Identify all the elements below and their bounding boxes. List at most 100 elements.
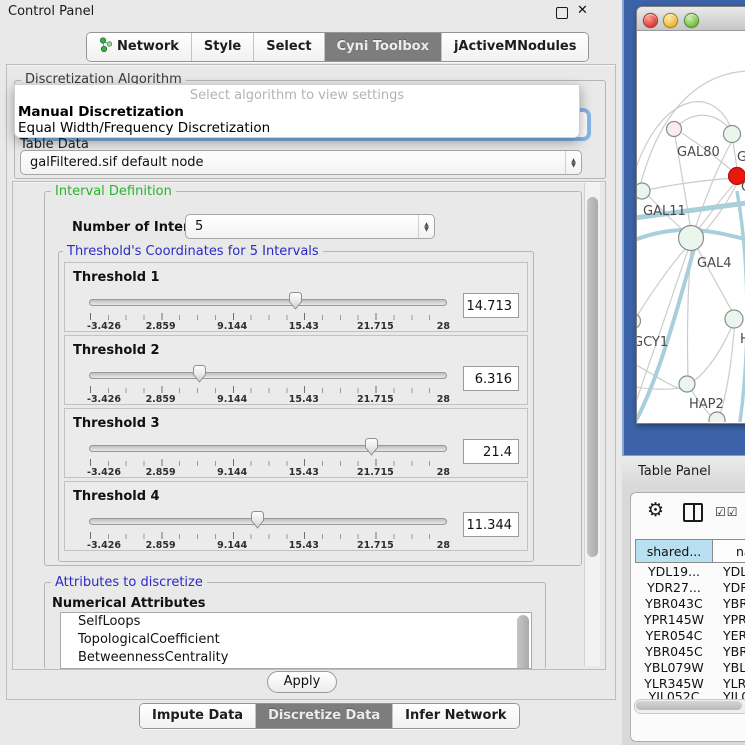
slider-track[interactable] [89, 372, 447, 379]
tab-impute-data[interactable]: Impute Data [140, 704, 256, 728]
column-header-shared[interactable]: shared... [635, 539, 713, 563]
slider-thumb[interactable] [192, 365, 207, 383]
tab-cyni-toolbox[interactable]: Cyni Toolbox [325, 33, 442, 61]
list-item[interactable]: BetweennessCentrality [61, 649, 531, 667]
table-data-value: galFiltered.sif default node [21, 155, 565, 170]
minimize-traffic-light-icon[interactable] [663, 13, 678, 28]
horizontal-scrollbar[interactable] [634, 699, 745, 714]
tab-jactivemnodules[interactable]: jActiveMNodules [442, 33, 589, 61]
numerical-attributes-list[interactable]: SelfLoops TopologicalCoefficient Between… [60, 612, 532, 669]
slider-track[interactable] [89, 299, 447, 306]
dropdown-prompt: Select algorithm to view settings [15, 88, 579, 103]
tab-style-label: Style [204, 39, 241, 54]
node-label: GA [737, 150, 745, 165]
table-row[interactable]: YIL052CYIL0 [633, 689, 745, 699]
panel-title: Control Panel [8, 4, 94, 19]
scrollbar-track[interactable] [584, 183, 600, 666]
cell-shared: YBR045C [635, 644, 713, 660]
threshold-3-value-field[interactable]: 21.4 [463, 439, 519, 464]
cell-name: YPR1 [723, 612, 745, 628]
column-header-name[interactable]: na [713, 539, 745, 563]
slider-thumb[interactable] [364, 438, 379, 456]
table-row[interactable]: YBR043CYBR0 [633, 596, 745, 612]
slider-track[interactable] [89, 518, 447, 525]
slider-track[interactable] [89, 445, 447, 452]
node-label: GAL4 [697, 256, 731, 271]
slider-thumb[interactable] [250, 511, 265, 529]
table-row[interactable]: YBL079WYBL0 [633, 660, 745, 676]
scrollbar-thumb[interactable] [587, 197, 598, 557]
threshold-2-slider[interactable]: -3.426 2.859 9.144 15.43 21.715 28 [89, 364, 447, 404]
spinner-down-icon: ▼ [424, 227, 429, 232]
cell-name: YER0 [723, 628, 745, 644]
close-icon[interactable]: ✕ [577, 3, 588, 18]
columns-icon[interactable] [683, 503, 703, 522]
tick-label: 28 [437, 394, 450, 405]
tick-label: 28 [437, 540, 450, 551]
threshold-4-slider[interactable]: -3.426 2.859 9.144 15.43 21.715 28 [89, 510, 447, 550]
node-ga[interactable] [724, 126, 741, 143]
node-gal4[interactable] [679, 226, 704, 251]
cell-shared: YIL052C [635, 689, 713, 699]
apply-button[interactable]: Apply [267, 671, 337, 693]
network-window-titlebar[interactable] [637, 7, 745, 31]
float-window-icon[interactable] [556, 7, 568, 19]
node-gcy1[interactable] [637, 314, 641, 329]
checkbox-icons[interactable]: ☑☑ [715, 505, 739, 519]
cell-name: YBR0 [723, 644, 745, 660]
threshold-4-value-field[interactable]: 11.344 [463, 512, 519, 537]
cell-shared: YBL079W [635, 660, 713, 676]
node-partial[interactable] [709, 412, 725, 422]
slider-ticks [89, 386, 447, 393]
tab-network[interactable]: Network [87, 33, 192, 61]
tab-style[interactable]: Style [192, 33, 254, 61]
tab-discretize-data[interactable]: Discretize Data [256, 704, 393, 728]
list-item[interactable]: SelfLoops [61, 613, 531, 631]
threshold-2-panel: Threshold 2 -3.426 2.859 9.144 15.43 21.… [64, 335, 528, 405]
tab-select-label: Select [266, 39, 311, 54]
node-label: GCY1 [637, 335, 668, 350]
number-of-intervals-combobox[interactable]: 5 ▲ ▼ [185, 214, 435, 239]
combo-spinner-icon[interactable]: ▲ ▼ [565, 151, 581, 174]
node-label: GAL11 [643, 204, 686, 219]
tab-infer-network[interactable]: Infer Network [393, 704, 518, 728]
threshold-1-value-field[interactable]: 14.713 [463, 293, 519, 318]
table-data-combobox[interactable]: galFiltered.sif default node ▲ ▼ [20, 150, 582, 175]
cell-shared: YDR27... [635, 580, 713, 596]
slider-ticks [89, 532, 447, 539]
table-row[interactable]: YPR145WYPR1 [633, 612, 745, 628]
slider-ticks [89, 313, 447, 320]
table-row[interactable]: YDR27...YDR2 [633, 580, 745, 596]
list-item[interactable]: TopologicalCoefficient [61, 631, 531, 649]
horizontal-scrollbar-thumb[interactable] [636, 701, 742, 710]
dropdown-option-equal-width[interactable]: Equal Width/Frequency Discretization [18, 120, 270, 136]
threshold-1-slider[interactable]: -3.426 2.859 9.144 15.43 21.715 28 [89, 291, 447, 331]
combo-spinner-icon[interactable]: ▲ ▼ [418, 215, 434, 238]
node-gal80[interactable] [667, 122, 682, 137]
close-traffic-light-icon[interactable] [643, 13, 658, 28]
node-gal11[interactable] [637, 183, 650, 199]
tick-label: -3.426 [87, 467, 121, 478]
network-canvas[interactable]: GAL80 GA GAL11 GAL4 GCY1 H HAP2 C [637, 31, 745, 422]
list-scrollbar[interactable] [517, 615, 529, 669]
zoom-traffic-light-icon[interactable] [684, 13, 699, 28]
slider-thumb[interactable] [288, 292, 303, 310]
node-hap2[interactable] [679, 376, 695, 392]
tick-label: 2.859 [146, 394, 176, 405]
network-icon [99, 37, 112, 56]
slider-scale: -3.426 2.859 9.144 15.43 21.715 28 [89, 467, 447, 479]
dropdown-option-manual[interactable]: Manual Discretization [18, 104, 184, 120]
tab-select[interactable]: Select [254, 33, 324, 61]
table-row[interactable]: YDL19...YDL1 [633, 564, 745, 580]
table-row[interactable]: YER054C YER0 [633, 628, 745, 644]
threshold-3-slider[interactable]: -3.426 2.859 9.144 15.43 21.715 28 [89, 437, 447, 477]
cell-shared: YDL19... [635, 564, 713, 580]
gear-icon[interactable]: ⚙ [647, 499, 664, 521]
tick-label: 9.144 [217, 540, 247, 551]
node-h[interactable] [725, 310, 743, 328]
threshold-2-value-field[interactable]: 6.316 [463, 366, 519, 391]
cell-shared: YER054C [635, 628, 713, 644]
spinner-down-icon: ▼ [571, 163, 576, 168]
tick-label: 21.715 [357, 467, 394, 478]
table-row[interactable]: YBR045C YBR0 [633, 644, 745, 660]
